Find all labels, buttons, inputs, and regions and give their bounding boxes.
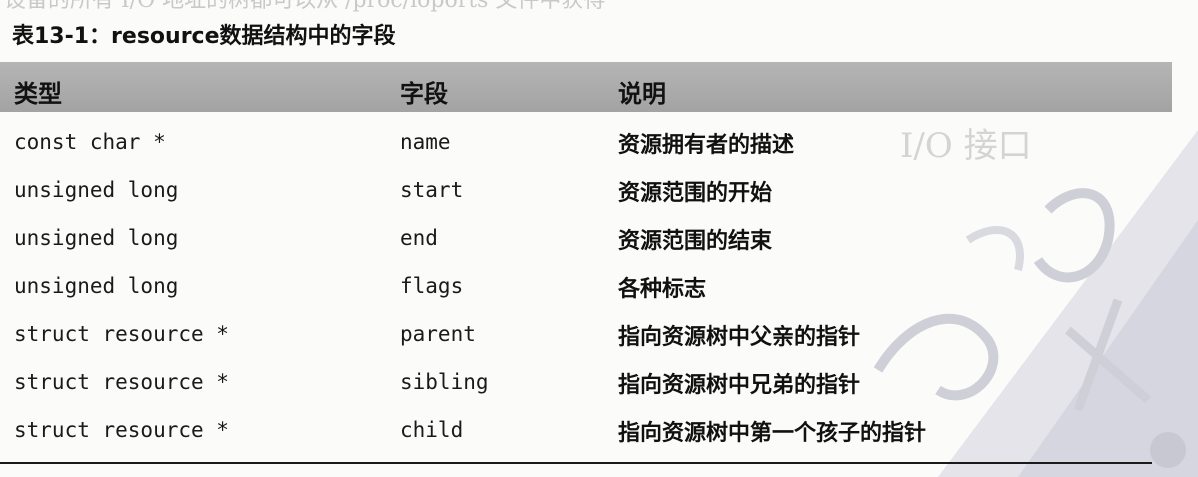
- cell-description: 指向资源树中兄弟的指针: [618, 373, 861, 398]
- cell-description: 资源拥有者的描述: [618, 133, 795, 158]
- table-row: unsigned long start 资源范围的开始: [0, 168, 1172, 216]
- cell-type: struct resource *: [14, 418, 229, 442]
- table-bottom-rule: [0, 462, 1152, 464]
- cell-field: name: [400, 130, 451, 154]
- cell-description: 指向资源树中第一个孩子的指针: [618, 421, 927, 446]
- cell-description: 指向资源树中父亲的指针: [618, 325, 861, 350]
- cell-type: unsigned long: [14, 178, 179, 202]
- cell-description: 各种标志: [618, 277, 707, 302]
- cell-type: struct resource *: [14, 322, 229, 346]
- column-header-field: 字段: [400, 80, 448, 108]
- cell-field: start: [400, 178, 464, 202]
- cell-type: unsigned long: [14, 226, 179, 250]
- column-header-description: 说明: [618, 80, 666, 108]
- cell-field: parent: [400, 322, 476, 346]
- table-row: unsigned long flags 各种标志: [0, 264, 1172, 312]
- column-header-type: 类型: [14, 80, 62, 108]
- table-row: const char * name 资源拥有者的描述: [0, 120, 1172, 168]
- bleed-through-text: 设备的所有 I/O 地址的树都可以从 /proc/ioports 文件中获得: [0, 0, 1198, 12]
- cell-field: end: [400, 226, 438, 250]
- table-row: struct resource * sibling 指向资源树中兄弟的指针: [0, 360, 1172, 408]
- table-caption: 表13-1：resource数据结构中的字段: [12, 24, 396, 49]
- table-row: unsigned long end 资源范围的结束: [0, 216, 1172, 264]
- cell-type: const char *: [14, 130, 166, 154]
- cell-field: flags: [400, 274, 464, 298]
- cell-description: 资源范围的结束: [618, 229, 773, 254]
- cell-field: child: [400, 418, 464, 442]
- table-row: struct resource * child 指向资源树中第一个孩子的指针: [0, 408, 1172, 456]
- cell-field: sibling: [400, 370, 489, 394]
- cell-type: struct resource *: [14, 370, 229, 394]
- table-row: struct resource * parent 指向资源树中父亲的指针: [0, 312, 1172, 360]
- cell-description: 资源范围的开始: [618, 181, 773, 206]
- cell-type: unsigned long: [14, 274, 179, 298]
